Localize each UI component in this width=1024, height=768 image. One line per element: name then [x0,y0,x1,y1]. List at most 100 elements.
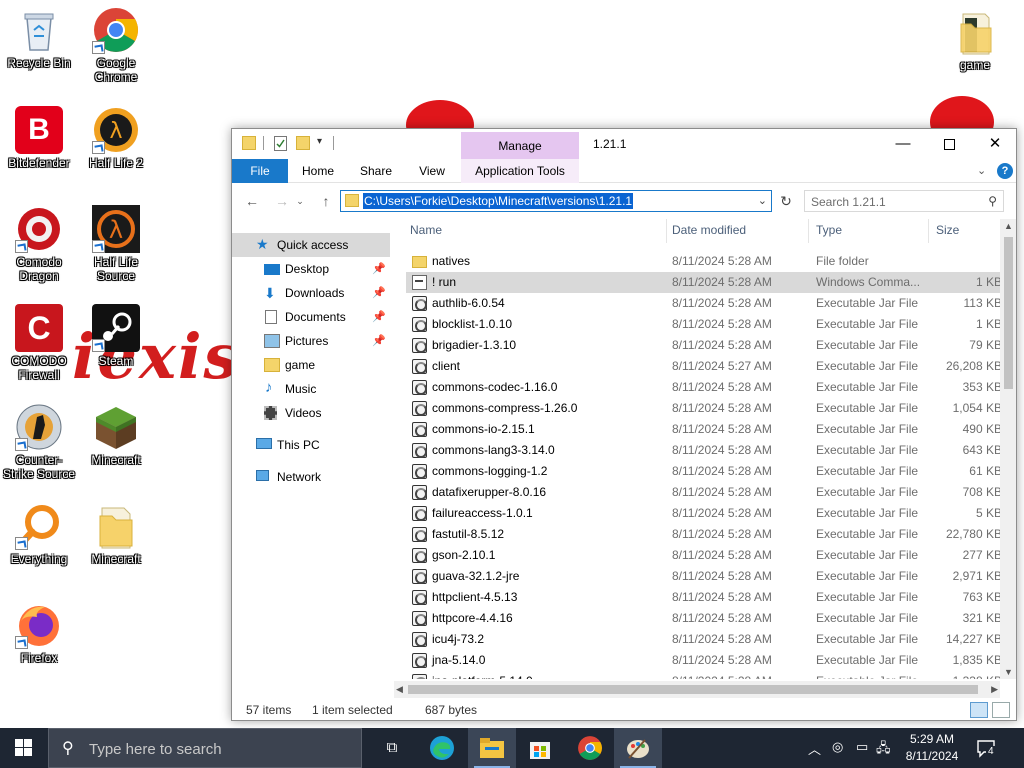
tab-application-tools[interactable]: Application Tools [461,159,579,183]
file-row[interactable]: blocklist-1.0.10 8/11/2024 5:28 AM Executa… [406,314,1002,335]
desktop-icon-comodo-firewall[interactable]: C COMODO Firewall [1,304,77,382]
task-view-button[interactable]: ⧉ [368,728,416,768]
address-path[interactable]: C:\Users\Forkie\Desktop\Minecraft\versio… [363,193,634,209]
show-hidden-icons-chevron-icon[interactable]: ︿ [808,739,821,758]
file-row[interactable]: jna-5.14.0 8/11/2024 5:28 AM Executable Ja… [406,650,1002,671]
file-row[interactable]: commons-io-2.15.1 8/11/2024 5:28 AM Execut… [406,419,1002,440]
column-header-name[interactable]: Name [410,223,442,237]
search-box[interactable]: Search 1.21.1 ⚲ [804,190,1004,212]
desktop-icon-recycle-bin[interactable]: Recycle Bin [1,6,77,70]
tab-home[interactable]: Home [294,159,342,183]
file-row[interactable]: ! run 8/11/2024 5:28 AM Windows Comma... 1 … [406,272,1002,293]
tray-device-icon[interactable]: ▭ [856,739,868,755]
properties-icon[interactable] [274,136,287,151]
file-row[interactable]: httpcore-4.4.16 8/11/2024 5:28 AM Executab… [406,608,1002,629]
tab-share[interactable]: Share [352,159,400,183]
scroll-down-arrow-icon[interactable]: ▼ [1004,667,1013,677]
desktop-icon-minecraft[interactable]: Minecraft [78,403,154,467]
refresh-button[interactable]: ↻ [775,190,797,212]
file-row[interactable]: natives 8/11/2024 5:28 AM File folder [406,251,1000,272]
file-row[interactable]: datafixerupper-8.0.16 8/11/2024 5:28 AM Ex… [406,482,1002,503]
file-row[interactable]: httpclient-4.5.13 8/11/2024 5:28 AM Execut… [406,587,1002,608]
scroll-left-arrow-icon[interactable]: ◀ [396,684,403,695]
column-header-type[interactable]: Type [816,223,842,237]
tab-view[interactable]: View [408,159,456,183]
desktop-icon-game[interactable]: game [937,8,1013,72]
scroll-right-arrow-icon[interactable]: ▶ [991,684,998,695]
maximize-button[interactable] [926,129,972,159]
tab-file[interactable]: File [232,159,288,183]
nav-item-documents[interactable]: Documents 📌 [232,305,390,329]
tray-app-icon[interactable]: ◎ [832,739,843,755]
desktop-icon-counter-strike-source[interactable]: Counter-Strike Source [1,403,77,481]
new-folder-icon[interactable] [296,136,310,150]
file-row[interactable]: failureaccess-1.0.1 8/11/2024 5:28 AM Exec… [406,503,1002,524]
nav-item-network[interactable]: Network [232,465,390,489]
taskbar-store-button[interactable] [516,728,564,768]
file-row[interactable]: fastutil-8.5.12 8/11/2024 5:28 AM Executab… [406,524,1002,545]
forward-button[interactable]: → [272,191,292,211]
file-row[interactable]: commons-lang3-3.14.0 8/11/2024 5:28 AM Exe… [406,440,1002,461]
expand-ribbon-icon[interactable]: ⌄ [977,164,986,177]
nav-item-desktop[interactable]: Desktop 📌 [232,257,390,281]
desktop-icon-firefox[interactable]: Firefox [1,601,77,665]
title-bar[interactable]: ▾ Manage 1.21.1 — ✕ [232,129,1016,160]
horizontal-scroll-thumb[interactable] [408,685,978,694]
horizontal-scrollbar[interactable]: ◀ ▶ [394,681,1000,698]
file-row[interactable]: guava-32.1.2-jre 8/11/2024 5:28 AM Executa… [406,566,1002,587]
file-row[interactable]: commons-compress-1.26.0 8/11/2024 5:28 AM… [406,398,1002,419]
minimize-button[interactable]: — [880,129,926,159]
up-button[interactable]: ↑ [316,191,336,211]
nav-item-videos[interactable]: Videos [232,401,390,425]
notification-center-button[interactable]: 4 [974,736,1000,760]
nav-item-downloads[interactable]: ⬇ Downloads 📌 [232,281,390,305]
column-divider[interactable] [666,219,667,243]
desktop-icon-google-chrome[interactable]: Google Chrome [78,6,154,84]
column-divider[interactable] [928,219,929,243]
address-bar[interactable]: C:\Users\Forkie\Desktop\Minecraft\versio… [340,190,772,212]
file-explorer-window[interactable]: ▾ Manage 1.21.1 — ✕ File Home Share View… [231,128,1017,721]
desktop-icon-steam[interactable]: Steam [78,304,154,368]
desktop-icon-minecraft-folder[interactable]: Minecraft [78,502,154,566]
large-icons-view-button[interactable] [992,702,1010,718]
help-icon[interactable]: ? [997,163,1013,179]
file-row[interactable]: icu4j-73.2 8/11/2024 5:28 AM Executable Ja… [406,629,1002,650]
file-row[interactable]: gson-2.10.1 8/11/2024 5:28 AM Executable J… [406,545,1002,566]
nav-item-game[interactable]: game [232,353,390,377]
pin-icon[interactable]: 📌 [372,257,386,281]
taskbar-edge-button[interactable] [418,728,466,768]
file-row[interactable]: commons-logging-1.2 8/11/2024 5:28 AM Exec… [406,461,1002,482]
details-view-button[interactable] [970,702,988,718]
column-header-size[interactable]: Size [936,223,959,237]
network-icon[interactable]: 🖧 [876,739,891,761]
file-row[interactable]: client 8/11/2024 5:27 AM Executable Jar Fi… [406,356,1002,377]
file-row[interactable]: commons-codec-1.16.0 8/11/2024 5:28 AM Exe… [406,377,1002,398]
taskbar-chrome-button[interactable] [566,728,614,768]
clock[interactable]: 5:29 AM 8/11/2024 [900,731,964,765]
desktop-icon-half-life-2[interactable]: λ Half Life 2 [78,106,154,170]
nav-item-quick-access[interactable]: ★ Quick access [232,233,390,257]
pin-icon[interactable]: 📌 [372,329,386,353]
column-divider[interactable] [808,219,809,243]
column-header-date[interactable]: Date modified [672,223,746,237]
vertical-scroll-thumb[interactable] [1004,237,1013,389]
taskbar-file-explorer-button[interactable] [468,728,516,768]
nav-item-this-pc[interactable]: This PC [232,433,390,457]
address-history-chevron-icon[interactable]: ⌄ [758,194,767,207]
back-button[interactable]: ← [242,191,262,211]
file-row[interactable]: brigadier-1.3.10 8/11/2024 5:28 AM Executa… [406,335,1002,356]
file-row[interactable]: jna-platform-5.14.0 8/11/2024 5:28 AM Exec… [406,671,1002,679]
customize-quick-access-icon[interactable]: ▾ [317,136,322,147]
start-button[interactable] [0,728,48,768]
nav-item-pictures[interactable]: Pictures 📌 [232,329,390,353]
desktop-icon-everything[interactable]: Everything [1,502,77,566]
nav-item-music[interactable]: ♪ Music [232,377,390,401]
taskbar-paint-button[interactable] [614,728,662,768]
file-row[interactable]: authlib-6.0.54 8/11/2024 5:28 AM Executabl… [406,293,1002,314]
desktop-icon-comodo-dragon[interactable]: Comodo Dragon [1,205,77,283]
desktop-icon-bitdefender[interactable]: B Bitdefender [1,106,77,170]
recent-locations-button[interactable]: ⌄ [290,191,310,211]
close-button[interactable]: ✕ [972,129,1016,159]
pin-icon[interactable]: 📌 [372,281,386,305]
taskbar-search-box[interactable]: ⚲ Type here to search [48,728,362,768]
